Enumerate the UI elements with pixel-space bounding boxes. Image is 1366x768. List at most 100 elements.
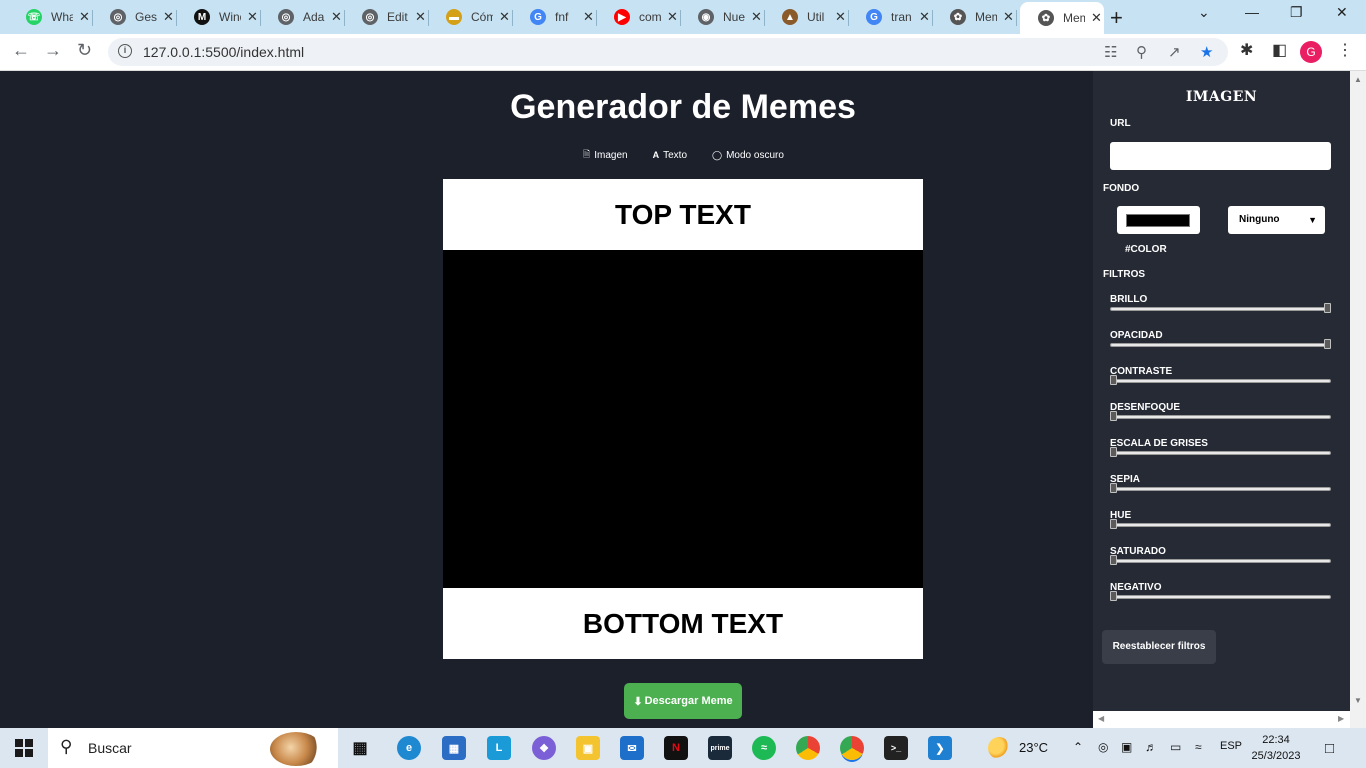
temperature[interactable]: 23°C (1019, 740, 1048, 755)
restore-button[interactable]: ❐ (1290, 4, 1303, 21)
browser-tab[interactable]: ◎ Gestor ✕ (92, 4, 176, 30)
slider-track[interactable] (1110, 307, 1331, 311)
close-tab-icon[interactable]: ✕ (331, 9, 342, 25)
chrome-profile-icon[interactable] (840, 736, 864, 760)
side-panel-icon[interactable]: ◧ (1272, 40, 1287, 60)
browser-tab[interactable]: Gtran ✕ (848, 4, 932, 30)
terminal-icon[interactable]: >_ (884, 736, 908, 760)
filter-slider[interactable]: SATURADO (1110, 546, 1331, 565)
browser-tab[interactable]: ✿ Mem ✕ (932, 4, 1016, 30)
chrome-icon[interactable] (796, 736, 820, 760)
filter-slider[interactable]: ESCALA DE GRISES (1110, 438, 1331, 457)
vscode-icon[interactable]: ❯ (928, 736, 952, 760)
close-window-button[interactable]: ✕ (1336, 4, 1348, 21)
menu-icon[interactable]: ⋮ (1337, 40, 1353, 60)
slider-thumb[interactable] (1110, 411, 1117, 421)
file-explorer-icon[interactable]: ▣ (576, 736, 600, 760)
close-tab-icon[interactable]: ✕ (667, 9, 678, 25)
scroll-right-arrow-icon[interactable]: ▶ (1338, 714, 1344, 723)
zoom-icon[interactable]: ⚲ (1136, 43, 1147, 61)
background-color-picker[interactable] (1117, 206, 1200, 234)
page-vertical-scrollbar[interactable]: ▲ ▼ (1350, 71, 1366, 728)
slider-track[interactable] (1110, 595, 1331, 599)
browser-tab[interactable]: ◎ Ada ✕ (260, 4, 344, 30)
netflix-icon[interactable]: N (664, 736, 688, 760)
scroll-up-arrow-icon[interactable]: ▲ (1354, 75, 1362, 84)
close-tab-icon[interactable]: ✕ (1091, 10, 1102, 26)
slider-thumb[interactable] (1110, 555, 1117, 565)
copilot-icon[interactable]: ❖ (532, 736, 556, 760)
browser-tab[interactable]: ◎ Edit ✕ (344, 4, 428, 30)
slider-track[interactable] (1110, 559, 1331, 563)
close-tab-icon[interactable]: ✕ (163, 9, 174, 25)
scroll-left-arrow-icon[interactable]: ◀ (1098, 714, 1104, 723)
close-tab-icon[interactable]: ✕ (499, 9, 510, 25)
profile-avatar[interactable]: G (1300, 41, 1322, 63)
slider-track[interactable] (1110, 379, 1331, 383)
panel-horizontal-scrollbar[interactable]: ◀ ▶ (1093, 711, 1350, 728)
close-tab-icon[interactable]: ✕ (583, 9, 594, 25)
download-meme-button[interactable]: ⬇ Descargar Meme (624, 683, 742, 719)
slider-track[interactable] (1110, 415, 1331, 419)
tab-search-icon[interactable]: ⌄ (1198, 4, 1210, 21)
bookmark-star-icon[interactable]: ★ (1200, 43, 1213, 61)
slider-thumb[interactable] (1110, 375, 1117, 385)
scroll-down-arrow-icon[interactable]: ▼ (1354, 696, 1362, 705)
spotify-icon[interactable]: ≈ (752, 736, 776, 760)
wifi-icon[interactable]: ≈ (1195, 740, 1202, 754)
slider-thumb[interactable] (1110, 447, 1117, 457)
filter-slider[interactable]: OPACIDAD (1110, 330, 1331, 349)
chevron-up-icon[interactable]: ⌃ (1073, 740, 1083, 754)
browser-tab[interactable]: M Windows ✕ (176, 4, 260, 30)
l-app-icon[interactable]: L (487, 736, 511, 760)
new-tab-button[interactable]: + (1110, 5, 1123, 31)
browser-tab[interactable]: ☏ WhatsApp ✕ (8, 4, 92, 30)
translate-icon[interactable]: ☷ (1104, 43, 1117, 61)
nav-dark-mode[interactable]: ◯ Modo oscuro (712, 147, 784, 163)
reload-button[interactable]: ↻ (77, 40, 92, 61)
browser-tab[interactable]: ▶ com ✕ (596, 4, 680, 30)
slider-thumb[interactable] (1324, 303, 1331, 313)
store-icon[interactable]: ▦ (442, 736, 466, 760)
close-tab-icon[interactable]: ✕ (751, 9, 762, 25)
site-info-icon[interactable]: i (118, 44, 132, 58)
clock[interactable]: 22:34 25/3/2023 (1251, 732, 1301, 764)
nav-text[interactable]: A Texto (653, 147, 687, 163)
address-bar[interactable]: i 127.0.0.1:5500/index.html ☷ ⚲ ↗ ★ (108, 38, 1228, 66)
browser-tab[interactable]: ▬ Cómo ✕ (428, 4, 512, 30)
camera-icon[interactable]: ▣ (1121, 740, 1132, 754)
slider-track[interactable] (1110, 343, 1331, 347)
close-tab-icon[interactable]: ✕ (247, 9, 258, 25)
close-tab-icon[interactable]: ✕ (415, 9, 426, 25)
language-indicator[interactable]: ESP (1220, 740, 1242, 752)
notifications-icon[interactable]: □ (1325, 740, 1334, 757)
task-view-icon[interactable]: ▦ (348, 736, 372, 760)
close-tab-icon[interactable]: ✕ (919, 9, 930, 25)
browser-tab[interactable]: ▲ Util ✕ (764, 4, 848, 30)
webcam-icon[interactable]: ◎ (1098, 740, 1108, 754)
filter-slider[interactable]: BRILLO (1110, 294, 1331, 313)
filter-slider[interactable]: NEGATIVO (1110, 582, 1331, 601)
reset-filters-button[interactable]: Reestablecer filtros (1102, 630, 1216, 664)
browser-tab[interactable]: ✿ Mem ✕ (1020, 2, 1104, 34)
filter-slider[interactable]: CONTRASTE (1110, 366, 1331, 385)
close-tab-icon[interactable]: ✕ (835, 9, 846, 25)
weather-icon[interactable] (988, 737, 1010, 759)
taskbar-search[interactable]: ⚲ Buscar (48, 728, 338, 768)
filter-slider[interactable]: HUE (1110, 510, 1331, 529)
slider-track[interactable] (1110, 487, 1331, 491)
slider-thumb[interactable] (1110, 483, 1117, 493)
url-input[interactable] (1110, 142, 1331, 170)
forward-button[interactable]: → (44, 40, 62, 61)
browser-tab[interactable]: Gfnf ✕ (512, 4, 596, 30)
slider-track[interactable] (1110, 451, 1331, 455)
slider-thumb[interactable] (1110, 591, 1117, 601)
slider-thumb[interactable] (1324, 339, 1331, 349)
slider-track[interactable] (1110, 523, 1331, 527)
volume-icon[interactable]: ♬ (1145, 740, 1157, 754)
minimize-button[interactable]: — (1245, 4, 1259, 20)
close-tab-icon[interactable]: ✕ (79, 9, 90, 25)
edge-icon[interactable]: e (397, 736, 421, 760)
filter-slider[interactable]: SEPIA (1110, 474, 1331, 493)
blend-mode-select[interactable]: Ninguno ▼ (1228, 206, 1325, 234)
